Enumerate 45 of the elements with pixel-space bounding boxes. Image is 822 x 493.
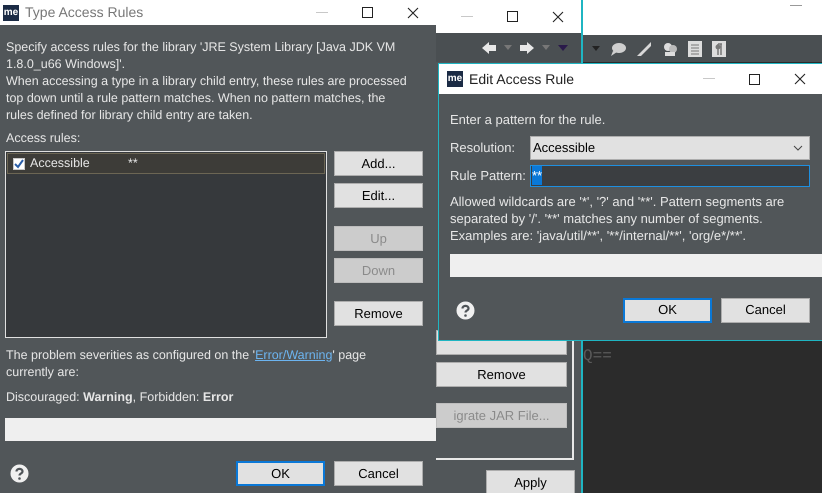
description-text: When accessing a type in a library child entry, these rules are processed top down until a rule pattern matches. When no pattern matches, the rules defined for library child entry are taken. <box>6 73 408 124</box>
field-label: Rule Pattern: <box>450 166 527 185</box>
button[interactable]: Cancel <box>334 460 423 486</box>
resolution-dropdown[interactable]: Accessible <box>530 136 810 160</box>
button[interactable]: Edit... <box>334 183 423 208</box>
forward-arrow-icon[interactable] <box>520 42 534 54</box>
maximize-icon[interactable] <box>749 74 760 84</box>
bubble-icon[interactable] <box>610 42 626 56</box>
severity-text: The problem severities as configured on the 'Error/Warning' page currently are: <box>5 347 368 381</box>
pen-icon[interactable] <box>636 40 652 56</box>
severity-summary: Discouraged: Warning, Forbidden: Error <box>5 389 234 406</box>
close-icon[interactable] <box>407 6 419 18</box>
app-logo: me <box>3 4 19 20</box>
maximize-icon[interactable] <box>507 11 518 22</box>
button[interactable]: Remove <box>436 362 567 387</box>
button[interactable]: Apply <box>486 470 575 493</box>
pilcrow-icon[interactable] <box>712 40 726 56</box>
chevron-down-icon <box>793 144 803 150</box>
back-arrow-icon[interactable] <box>482 42 496 54</box>
button[interactable]: Add... <box>334 151 423 176</box>
help-icon[interactable] <box>456 300 475 320</box>
window-title: Type Access Rules <box>25 3 144 22</box>
field-label: Resolution: <box>450 138 516 157</box>
close-icon[interactable] <box>794 73 806 85</box>
close-icon[interactable] <box>552 10 564 22</box>
pattern-field[interactable]: ** <box>530 164 810 186</box>
minimize-icon[interactable] <box>790 5 802 7</box>
document-icon[interactable] <box>688 40 702 56</box>
description-text: Specify access rules for the library 'JRE System Library [Java JDK VM 1.8.0_u66 Windows]'. <box>6 39 396 73</box>
help-icon[interactable] <box>10 464 29 483</box>
app-logo: me <box>447 71 463 87</box>
rule-resolution: Accessible <box>30 155 91 172</box>
help-text: Allowed wildcards are '*', '?' and '**'. Pattern segments are separated by '/'. '**' matches any number of segments. Examples are: 'java/util/**', '**/internal/**', 'org/e*/**'. <box>450 192 786 244</box>
checkbox[interactable] <box>13 158 25 170</box>
rule-pattern: ** <box>128 155 138 172</box>
maximize-icon[interactable] <box>362 7 373 18</box>
button[interactable]: OK <box>623 298 712 322</box>
button[interactable]: Cancel <box>721 298 810 322</box>
prompt-text: Enter a pattern for the rule. <box>450 111 606 129</box>
button[interactable]: Remove <box>334 301 423 326</box>
rule-row[interactable]: Accessible ** <box>7 153 325 174</box>
list-label: Access rules: <box>6 130 82 147</box>
window-title: Edit Access Rule <box>469 70 574 88</box>
button[interactable]: OK <box>236 460 325 486</box>
people-icon[interactable] <box>662 40 678 56</box>
